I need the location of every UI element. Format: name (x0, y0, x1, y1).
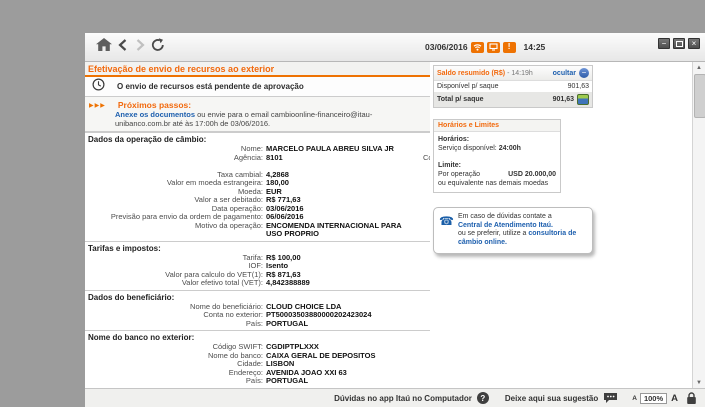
notice-text: O envio de recursos está pendente de apr… (117, 82, 304, 91)
monitor-icon (487, 42, 500, 53)
limit-note: ou equivalente nas demais moedas (438, 179, 556, 188)
field-label: Valor efetivo total (VET): (85, 279, 266, 288)
calculator-icon[interactable] (577, 94, 589, 105)
question-icon[interactable]: ? (477, 392, 489, 404)
toolbar-date: 03/06/2016 (425, 42, 468, 52)
scrollbar-thumb[interactable] (694, 74, 705, 118)
content-area: Efetivação de envio de recursos ao exter… (85, 62, 705, 388)
field-label: Motivo da operação: (85, 222, 266, 239)
hours-limits-box: Horários e Limites Horários: Serviço dis… (433, 119, 561, 193)
section-rows: Nome do beneficiário: CLOUD CHOICE LDA C… (85, 303, 430, 329)
minimize-button[interactable]: − (658, 38, 670, 49)
field-label: Agência: (85, 154, 266, 171)
next-steps: ▶▶▶ Próximos passos: Anexe os documentos… (85, 97, 430, 132)
limit-row: Por operação USD 20.000,00 (438, 170, 556, 179)
section-title: Dados do beneficiário: (85, 293, 430, 303)
forward-button[interactable] (131, 37, 149, 57)
wifi-icon (471, 42, 484, 53)
hours-label: Horários: (438, 135, 556, 144)
balance-title: Saldo resumido (R$) (437, 70, 505, 77)
font-increase-button[interactable]: A (671, 393, 678, 404)
field-row: País: PORTUGAL (85, 320, 430, 329)
toolbar: 03/06/2016 ! 14:25 − × (85, 33, 705, 62)
pending-approval-notice: O envio de recursos está pendente de apr… (85, 77, 430, 97)
section-title: Tarifas e impostos: (85, 244, 430, 254)
app-help-label[interactable]: Dúvidas no app Itaú no Computador (334, 394, 472, 403)
speech-bubble-icon[interactable] (603, 392, 618, 404)
section-operation-data: Dados da operação de câmbio: Nome: MARCE… (85, 132, 430, 241)
central-atendimento-link[interactable]: Central de Atendimento Itaú. (458, 222, 553, 229)
footer-bar: Dúvidas no app Itaú no Computador ? Deix… (85, 388, 705, 407)
section-foreign-expenses: Despesas cobradas por bancos no exterior… (85, 388, 430, 389)
refresh-icon (151, 38, 165, 56)
section-foreign-bank: Nome do banco no exterior: Código SWIFT:… (85, 330, 430, 388)
limit-label: Limite: (438, 161, 556, 170)
balance-row-available: Disponível p/ saque 901,63 (434, 81, 592, 92)
back-icon (118, 38, 127, 56)
balance-row-total: Total p/ saque 901,63 (434, 92, 592, 107)
field-row: Motivo da operação: ENCOMENDA INTERNACIO… (85, 222, 430, 239)
transaction-panel: Efetivação de envio de recursos ao exter… (85, 62, 430, 388)
next-steps-title: Próximos passos: (118, 100, 191, 110)
home-icon (96, 38, 112, 56)
field-row: Valor efetivo total (VET): 4,842388889 (85, 279, 430, 288)
hide-balance-link[interactable]: ocultar (553, 70, 576, 77)
balance-summary-box: Saldo resumido (R$) - 14:19h ocultar − D… (433, 65, 593, 108)
lock-icon (686, 392, 697, 405)
clock-icon (85, 78, 105, 96)
field-value: MARCELO PAULA ABREU SILVA JR (266, 145, 394, 154)
vertical-scrollbar[interactable]: ▲ ▼ (692, 62, 705, 388)
field-value: ENCOMENDA INTERNACIONAL PARA USO PROPRIO (266, 222, 416, 239)
phone-icon: ☎ (439, 214, 454, 247)
balance-timestamp: - 14:19h (507, 70, 533, 77)
section-beneficiary: Dados do beneficiário: Nome do beneficiá… (85, 290, 430, 331)
page-title: Efetivação de envio de recursos ao exter… (85, 62, 430, 77)
field-label: País: (85, 320, 266, 329)
field-label: Tarifa: (85, 254, 266, 263)
field-label-secondary: Conta corrente: (297, 154, 430, 171)
scroll-down-icon[interactable]: ▼ (693, 377, 705, 388)
field-value: PORTUGAL (266, 320, 308, 329)
close-button[interactable]: × (688, 38, 700, 49)
contact-box: ☎ Em caso de dúvidas contate a Central d… (433, 207, 593, 254)
field-value: 8101 (266, 154, 283, 171)
hours-limits-title: Horários e Limites (434, 120, 560, 132)
contact-text: Em caso de dúvidas contate a Central de … (458, 213, 588, 247)
home-button[interactable] (95, 37, 113, 57)
maximize-icon (676, 41, 683, 47)
font-decrease-button[interactable]: A (632, 395, 637, 402)
field-value: PORTUGAL (266, 377, 308, 386)
hours-value-line: Serviço disponível: 24:00h (438, 144, 556, 153)
suggestion-label[interactable]: Deixe aqui sua sugestão (505, 394, 598, 403)
window-controls: − × (658, 38, 700, 49)
alert-icon: ! (503, 42, 516, 53)
next-steps-text: Anexe os documentos ou envie para o emai… (115, 111, 424, 128)
app-window: 03/06/2016 ! 14:25 − × Efetivação de env… (85, 33, 705, 407)
toolbar-time: 14:25 (524, 42, 546, 52)
back-button[interactable] (113, 37, 131, 57)
field-value: 4,842388889 (266, 279, 310, 288)
field-label: País: (85, 377, 266, 386)
section-rows: Código SWIFT: CGDIPTPLXXX Nome do banco:… (85, 343, 430, 386)
section-rows: Tarifa: R$ 100,00 IOF: Isento Valor para… (85, 254, 430, 288)
field-row: País: PORTUGAL (85, 377, 430, 386)
collapse-icon[interactable]: − (579, 68, 589, 78)
field-label: Conta no exterior: (85, 311, 266, 320)
zoom-level: 100% (640, 393, 667, 404)
sidebar: Saldo resumido (R$) - 14:19h ocultar − D… (430, 62, 705, 388)
section-fees-taxes: Tarifas e impostos: Tarifa: R$ 100,00 IO… (85, 241, 430, 290)
next-steps-arrows-icon: ▶▶▶ (89, 102, 106, 109)
maximize-button[interactable] (673, 38, 685, 49)
forward-icon (136, 38, 145, 56)
field-row: Agência: 8101 Conta corrente: 09858-3 (85, 154, 430, 171)
scroll-up-icon[interactable]: ▲ (693, 62, 705, 73)
field-label: Endereço: (85, 369, 266, 378)
refresh-button[interactable] (149, 37, 167, 57)
section-rows: Nome: MARCELO PAULA ABREU SILVA JR Agênc… (85, 145, 430, 239)
